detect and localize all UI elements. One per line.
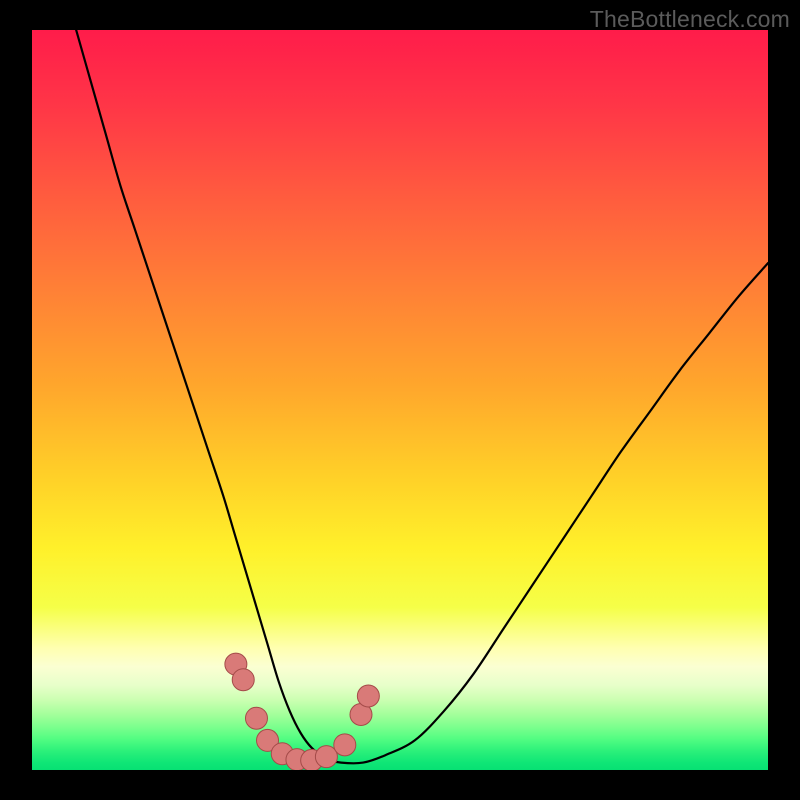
curve-layer (32, 30, 768, 770)
chart-frame: TheBottleneck.com (0, 0, 800, 800)
bottleneck-curve (76, 30, 768, 763)
plot-area (32, 30, 768, 770)
marker-point (357, 685, 379, 707)
watermark-text: TheBottleneck.com (590, 6, 790, 33)
marker-point (232, 669, 254, 691)
highlighted-points (225, 653, 379, 770)
marker-point (245, 707, 267, 729)
marker-point (334, 734, 356, 756)
